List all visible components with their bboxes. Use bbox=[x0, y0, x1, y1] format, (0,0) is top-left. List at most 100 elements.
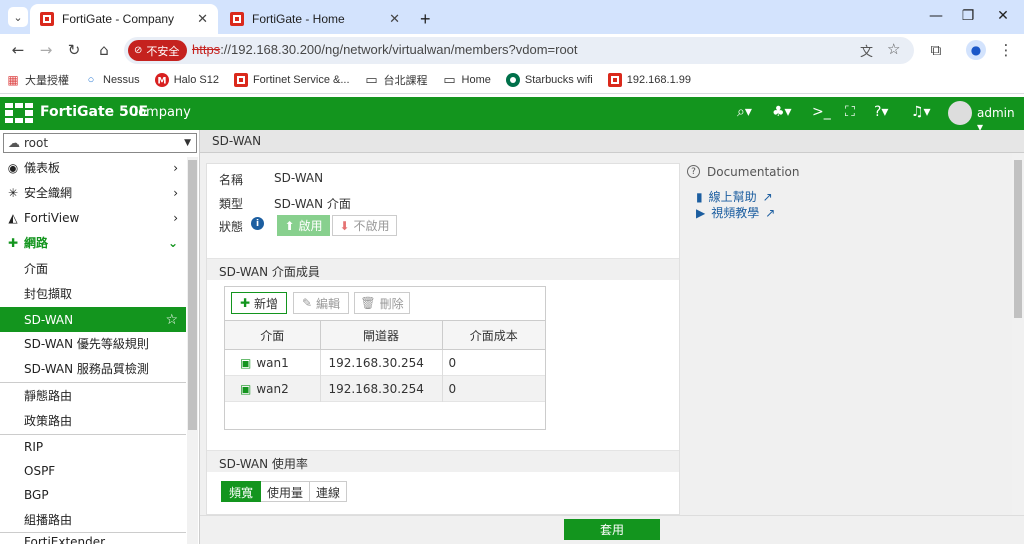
bookmark-star-icon[interactable]: ☆ bbox=[887, 40, 900, 58]
sidebar-item-security-fabric[interactable]: ✳ 安全織網 › bbox=[0, 180, 186, 205]
sidebar-item-packet-capture[interactable]: 封包擷取 bbox=[0, 281, 186, 306]
sidebar-item-sd-wan-rules[interactable]: SD-WAN 優先等級規則 bbox=[0, 331, 186, 356]
video-tutorial-link[interactable]: ▶ 視頻教學 ↗ bbox=[696, 204, 775, 221]
chevron-right-icon: › bbox=[173, 160, 178, 175]
browser-menu-icon[interactable]: ⋮ bbox=[996, 40, 1016, 60]
chevron-down-icon: ⌄ bbox=[167, 235, 178, 250]
table-row[interactable]: ▣ wan2 192.168.30.254 0 bbox=[225, 375, 545, 402]
url-text[interactable]: https://192.168.30.200/ng/network/virtua… bbox=[192, 42, 578, 57]
sidebar-item-rip[interactable]: RIP bbox=[0, 434, 186, 459]
translate-icon[interactable]: 文 bbox=[860, 41, 873, 60]
home-icon[interactable]: ⌂ bbox=[94, 40, 114, 60]
close-tab-icon[interactable]: ✕ bbox=[197, 11, 208, 27]
column-header-interface[interactable]: 介面 bbox=[225, 320, 321, 350]
bookmark-item[interactable]: ▦ 大量授權 bbox=[6, 72, 69, 88]
disable-toggle-button[interactable]: ⬇ 不啟用 bbox=[332, 215, 397, 236]
sidebar-item-sd-wan-sla[interactable]: SD-WAN 服務品質檢測 bbox=[0, 356, 186, 381]
user-avatar-icon[interactable] bbox=[948, 101, 972, 125]
apply-button[interactable]: 套用 bbox=[564, 519, 660, 540]
bookmark-item[interactable]: 192.168.1.99 bbox=[607, 72, 691, 87]
browser-tab-fortigate-company[interactable]: FortiGate - Company ✕ bbox=[30, 4, 218, 34]
delete-label: 刪除 bbox=[379, 296, 404, 311]
bookmark-item[interactable]: ○ Nessus bbox=[84, 73, 140, 87]
fabric-topology-icon[interactable]: ♣▾ bbox=[772, 104, 792, 120]
tab-volume[interactable]: 使用量 bbox=[261, 481, 311, 502]
address-bar[interactable]: ⊘ 不安全 https://192.168.30.200/ng/network/… bbox=[124, 37, 914, 64]
bookmark-label: Halo S12 bbox=[173, 73, 219, 86]
profile-avatar-icon[interactable]: ● bbox=[966, 40, 986, 60]
interface-name: wan1 bbox=[256, 355, 289, 370]
notifications-bell-icon[interactable]: ♫▾ bbox=[911, 104, 931, 120]
tab-search-chevron-icon[interactable]: ⌄ bbox=[8, 7, 28, 27]
close-tab-icon[interactable]: ✕ bbox=[389, 11, 400, 27]
sidebar-item-ospf[interactable]: OSPF bbox=[0, 458, 186, 483]
vdom-selector[interactable]: ☁ root ▼ bbox=[3, 133, 197, 153]
sidebar-item-fortiview[interactable]: ◭ FortiView › bbox=[0, 205, 186, 230]
delete-member-button[interactable]: 🗑 刪除 bbox=[354, 292, 410, 314]
sidebar-item-network[interactable]: ✚ 網路 ⌄ bbox=[0, 230, 186, 255]
browser-toolbar: ← → ↻ ⌂ ⊘ 不安全 https://192.168.30.200/ng/… bbox=[0, 34, 1024, 66]
sidebar-item-policy-routes[interactable]: 政策路由 bbox=[0, 408, 186, 433]
link-label: 視頻教學 bbox=[711, 206, 760, 220]
tab-bandwidth[interactable]: 頻寬 bbox=[221, 481, 262, 502]
sidebar-item-static-routes[interactable]: 靜態路由 bbox=[0, 383, 186, 408]
sidebar-item-dashboard[interactable]: ◉ 儀表板 › bbox=[0, 155, 186, 180]
sidebar-item-label: RIP bbox=[24, 439, 44, 454]
content-scrollbar-thumb[interactable] bbox=[1014, 160, 1022, 318]
url-path: ://192.168.30.200/ng/network/virtualwan/… bbox=[220, 42, 578, 57]
plus-icon: ✚ bbox=[239, 296, 251, 310]
column-header-gateway[interactable]: 閘道器 bbox=[320, 320, 443, 350]
restore-icon[interactable]: ❐ bbox=[958, 8, 978, 24]
close-window-icon[interactable]: ✕ bbox=[993, 8, 1013, 24]
bookmark-folder[interactable]: ▭ 台北課程 bbox=[365, 72, 427, 88]
edit-member-button[interactable]: ✎ 編輯 bbox=[293, 292, 349, 314]
bookmarks-bar: ▦ 大量授權 ○ Nessus M Halo S12 Fortinet Service… bbox=[0, 66, 1024, 94]
fortinet-favicon-icon bbox=[233, 72, 248, 87]
help-icon[interactable]: ?▾ bbox=[874, 104, 888, 120]
search-icon[interactable]: ⌕▾ bbox=[737, 104, 752, 120]
url-protocol: https bbox=[192, 42, 221, 57]
sidebar-item-label: SD-WAN bbox=[24, 312, 74, 327]
add-member-button[interactable]: ✚ 新增 bbox=[231, 292, 287, 314]
sidebar-item-bgp[interactable]: BGP bbox=[0, 482, 186, 507]
apps-grid-icon: ▦ bbox=[7, 72, 19, 87]
enable-toggle-button[interactable]: ⬆ 啟用 bbox=[277, 215, 330, 236]
minimize-icon[interactable]: — bbox=[926, 8, 946, 24]
sidebar-item-label: SD-WAN 服務品質檢測 bbox=[24, 362, 149, 376]
sidebar-item-sd-wan[interactable]: SD-WAN ☆ bbox=[0, 307, 186, 332]
cli-console-icon[interactable]: >_ bbox=[812, 104, 831, 120]
table-row[interactable]: ▣ wan1 192.168.30.254 0 bbox=[225, 349, 545, 376]
online-help-link[interactable]: ▮ 線上幫助 ↗ bbox=[696, 188, 773, 205]
bookmark-item[interactable]: Fortinet Service &... bbox=[233, 72, 350, 87]
help-circle-icon: ? bbox=[687, 165, 700, 178]
gateway-cell: 192.168.30.254 bbox=[320, 349, 443, 376]
fullscreen-icon[interactable]: ⛶ bbox=[845, 104, 855, 120]
info-icon[interactable]: i bbox=[251, 217, 264, 230]
sidebar-item-fortiextender[interactable]: FortiExtender bbox=[0, 532, 186, 544]
bookmark-label: Nessus bbox=[103, 73, 140, 86]
interface-cell: ▣ wan1 bbox=[225, 349, 321, 376]
back-icon[interactable]: ← bbox=[8, 40, 28, 60]
documentation-title: Documentation bbox=[707, 165, 800, 179]
bookmark-label: Fortinet Service &... bbox=[252, 73, 350, 86]
sidebar-item-interfaces[interactable]: 介面 bbox=[0, 256, 186, 281]
new-tab-button[interactable]: + bbox=[410, 4, 440, 34]
sidebar-scrollbar-thumb[interactable] bbox=[188, 160, 197, 430]
column-header-cost[interactable]: 介面成本 bbox=[442, 321, 545, 350]
not-secure-badge[interactable]: ⊘ 不安全 bbox=[128, 40, 188, 61]
sidebar-item-multicast[interactable]: 組播路由 bbox=[0, 507, 186, 532]
browser-tab-fortigate-home[interactable]: FortiGate - Home ✕ bbox=[220, 4, 410, 34]
bookmark-item[interactable]: Starbucks wifi bbox=[505, 72, 593, 87]
favorite-star-icon[interactable]: ☆ bbox=[165, 312, 178, 328]
bookmark-folder[interactable]: ▭ Home bbox=[443, 72, 491, 87]
extensions-icon[interactable]: ⧉ bbox=[926, 40, 946, 60]
dashboard-icon: ◉ bbox=[7, 160, 19, 175]
forward-icon[interactable]: → bbox=[36, 40, 56, 60]
name-label: 名稱 bbox=[219, 173, 244, 187]
tab-sessions[interactable]: 連線 bbox=[310, 481, 348, 502]
external-link-icon: ↗ bbox=[762, 189, 773, 204]
cost-cell: 0 bbox=[448, 355, 457, 370]
arrow-down-circle-icon: ⬇ bbox=[339, 218, 350, 233]
bookmark-item[interactable]: M Halo S12 bbox=[154, 72, 219, 87]
reload-icon[interactable]: ↻ bbox=[64, 40, 84, 60]
